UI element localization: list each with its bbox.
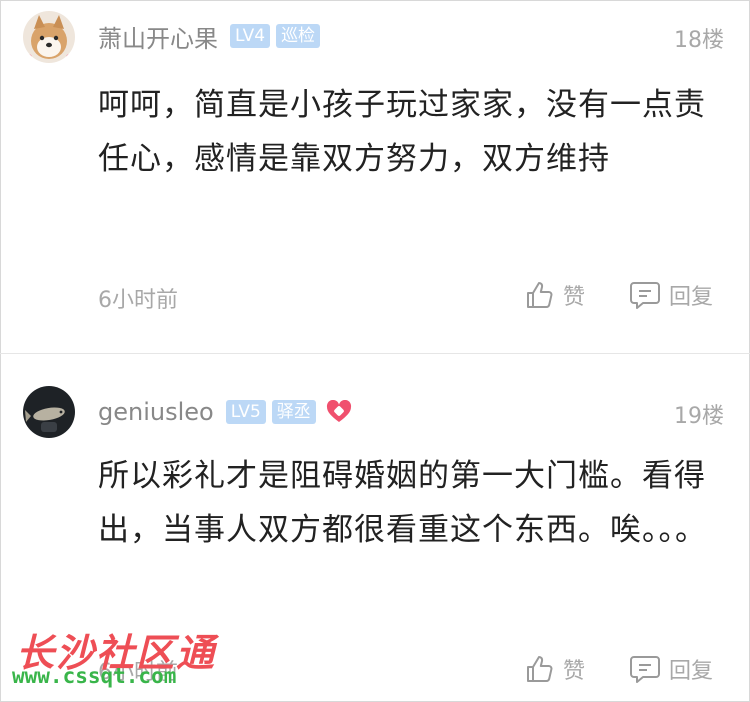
floor-number: 19楼	[674, 404, 724, 429]
comment-bubble-icon	[630, 656, 660, 683]
avatar[interactable]	[23, 11, 75, 63]
timestamp: 6小时前	[98, 288, 178, 313]
thumbs-up-icon	[527, 656, 553, 682]
like-label: 赞	[563, 285, 586, 310]
avatar[interactable]	[23, 386, 75, 438]
level-badge: LV5	[225, 400, 266, 424]
user-info: 萧山开心果 LV4 巡检	[98, 19, 326, 53]
comment-item: 萧山开心果 LV4 巡检 18楼 呵呵，简直是小孩子玩过家家，没有一点责任心，感…	[0, 0, 750, 353]
like-button[interactable]: 赞	[525, 279, 585, 311]
comment-text: 呵呵，简直是小孩子玩过家家，没有一点责任心，感情是靠双方努力，双方维持	[98, 87, 706, 177]
reply-button[interactable]: 回复	[629, 279, 713, 311]
comment-bubble-icon	[630, 282, 660, 309]
shiba-dog-avatar-icon	[23, 11, 75, 63]
username[interactable]: 萧山开心果	[98, 19, 218, 54]
like-button[interactable]: 赞	[525, 653, 585, 685]
like-label: 赞	[563, 659, 586, 684]
user-info: geniusleo LV5 驿丞	[98, 395, 352, 429]
heart-badge-icon	[326, 400, 352, 424]
comment-item: geniusleo LV5 驿丞 19楼 所以彩礼才是阻碍婚姻的第一大门槛。看得…	[0, 354, 750, 702]
role-badge: 驿丞	[271, 400, 316, 424]
floor-number: 18楼	[674, 28, 724, 53]
fish-photo-avatar-icon	[23, 386, 75, 438]
reply-label: 回复	[669, 659, 714, 684]
thumbs-up-icon	[527, 282, 553, 308]
username[interactable]: geniusleo	[98, 398, 214, 426]
comment-text: 所以彩礼才是阻碍婚姻的第一大门槛。看得出，当事人双方都很看重这个东西。唉。。。	[98, 458, 707, 548]
reply-button[interactable]: 回复	[629, 653, 713, 685]
timestamp: 6小时前	[98, 660, 178, 685]
role-badge: 巡检	[276, 24, 321, 48]
level-badge: LV4	[230, 24, 271, 48]
reply-label: 回复	[669, 285, 714, 310]
